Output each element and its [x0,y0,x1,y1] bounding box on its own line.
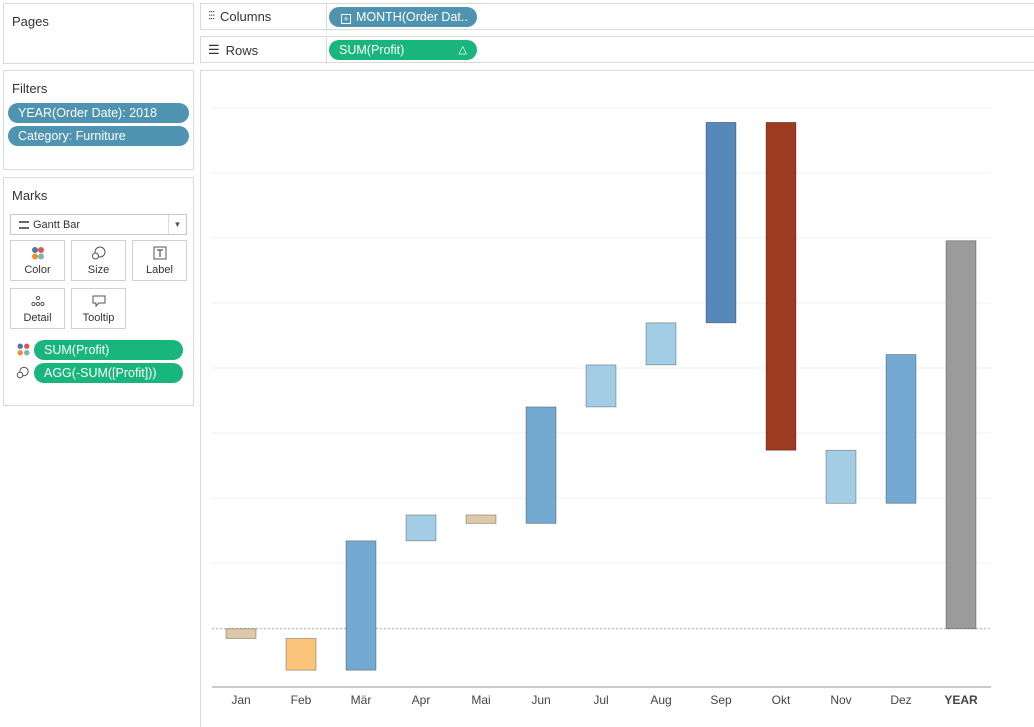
detail-button[interactable]: Detail [10,288,65,329]
x-tick-label: Jul [593,693,608,707]
rows-pill[interactable]: SUM(Profit) △ [329,40,477,60]
columns-shelf-label: ⫶⫶⫶ Columns [208,9,271,24]
shelf-divider [326,37,327,64]
x-tick-label: Dez [890,693,911,707]
waterfall-chart: Jan Feb Mär Apr Mai Jun Jul Aug Sep Okt Nov Dez YEAR [212,107,991,707]
columns-pill-text: MONTH(Order Dat.. [356,10,468,24]
tooltip-button[interactable]: Tooltip [71,288,126,329]
x-tick-label: Mär [351,693,372,707]
x-tick-label: Mai [471,693,490,707]
filters-title: Filters [12,81,48,96]
table-calc-delta-icon: △ [458,44,467,56]
rows-shelf[interactable]: ☰ Rows SUM(Profit) △ [200,36,1034,64]
filters-card: Filters YEAR(Order Date): 2018 Category:… [3,70,194,170]
tooltip-bubble-icon [92,295,105,308]
size-button-label: Size [87,264,110,276]
size-icon [91,246,105,260]
x-tick-label: Jun [531,693,550,707]
color-button-label: Color [24,264,51,276]
label-t-icon [153,246,166,260]
marks-card: Marks Gantt Bar ▼ Color Size Label Detai… [3,177,194,406]
waterfall-bar [945,240,977,630]
pages-title: Pages [12,14,49,29]
waterfall-bar [885,354,917,504]
marks-field-size-pill[interactable]: AGG(-SUM([Profit])) [34,363,183,383]
size-button[interactable]: Size [71,240,126,281]
columns-icon: ⫶⫶⫶ [208,9,215,23]
waterfall-bar [345,540,377,671]
columns-pill[interactable]: + MONTH(Order Dat.. [329,7,477,27]
x-tick-label: Nov [830,693,851,707]
waterfall-bar [525,406,557,524]
x-tick-label: Jan [231,693,250,707]
waterfall-bar [405,514,437,542]
label-button-label: Label [146,264,173,276]
rows-icon: ☰ [208,42,220,57]
columns-label-text: Columns [220,9,272,24]
waterfall-bar [765,121,797,451]
marks-field-color-pill[interactable]: SUM(Profit) [34,340,183,360]
filter-pill-category-text: Category: Furniture [18,129,126,143]
chevron-down-icon: ▼ [168,215,186,234]
columns-shelf[interactable]: ⫶⫶⫶ Columns + MONTH(Order Dat.. [200,3,1034,31]
waterfall-bar [705,121,737,324]
rows-label-text: Rows [225,42,259,58]
waterfall-bar [645,322,677,366]
filter-pill-category[interactable]: Category: Furniture [8,126,189,146]
x-tick-label: Sep [710,693,732,707]
shelf-divider [326,4,327,31]
pages-card: Pages [3,3,194,64]
x-tick-label: Okt [772,693,791,707]
x-tick-label: Aug [650,693,671,707]
mark-type-dropdown[interactable]: Gantt Bar ▼ [10,214,187,235]
filter-pill-year[interactable]: YEAR(Order Date): 2018 [8,103,189,123]
waterfall-bar [225,628,257,639]
gantt-bar-icon [19,220,29,229]
rows-shelf-label: ☰ Rows [208,42,258,58]
detail-button-label: Detail [23,312,52,324]
waterfall-bar [585,364,617,408]
x-tick-label: Apr [412,693,431,707]
expand-plus-icon: + [341,14,351,24]
color-dots-icon [31,247,44,260]
waterfall-bar [825,449,857,504]
tooltip-button-label: Tooltip [82,312,115,324]
marks-field-size-text: AGG(-SUM([Profit])) [44,366,157,380]
rows-pill-text: SUM(Profit) [339,43,405,57]
detail-dots-icon [30,295,45,307]
viz-area: Jan Feb Mär Apr Mai Jun Jul Aug Sep Okt Nov Dez YEAR [200,70,1034,727]
marks-title: Marks [12,188,48,203]
color-button[interactable]: Color [10,240,65,281]
mark-type-label: Gantt Bar [33,218,81,231]
label-button[interactable]: Label [132,240,187,281]
waterfall-bar [285,638,317,671]
marks-field-color-text: SUM(Profit) [44,343,110,357]
x-tick-label: YEAR [944,693,978,707]
x-tick-label: Feb [291,693,312,707]
size-icon [16,366,29,379]
color-dots-icon [17,343,30,356]
filter-pill-year-text: YEAR(Order Date): 2018 [18,106,157,120]
waterfall-bar [465,514,497,524]
